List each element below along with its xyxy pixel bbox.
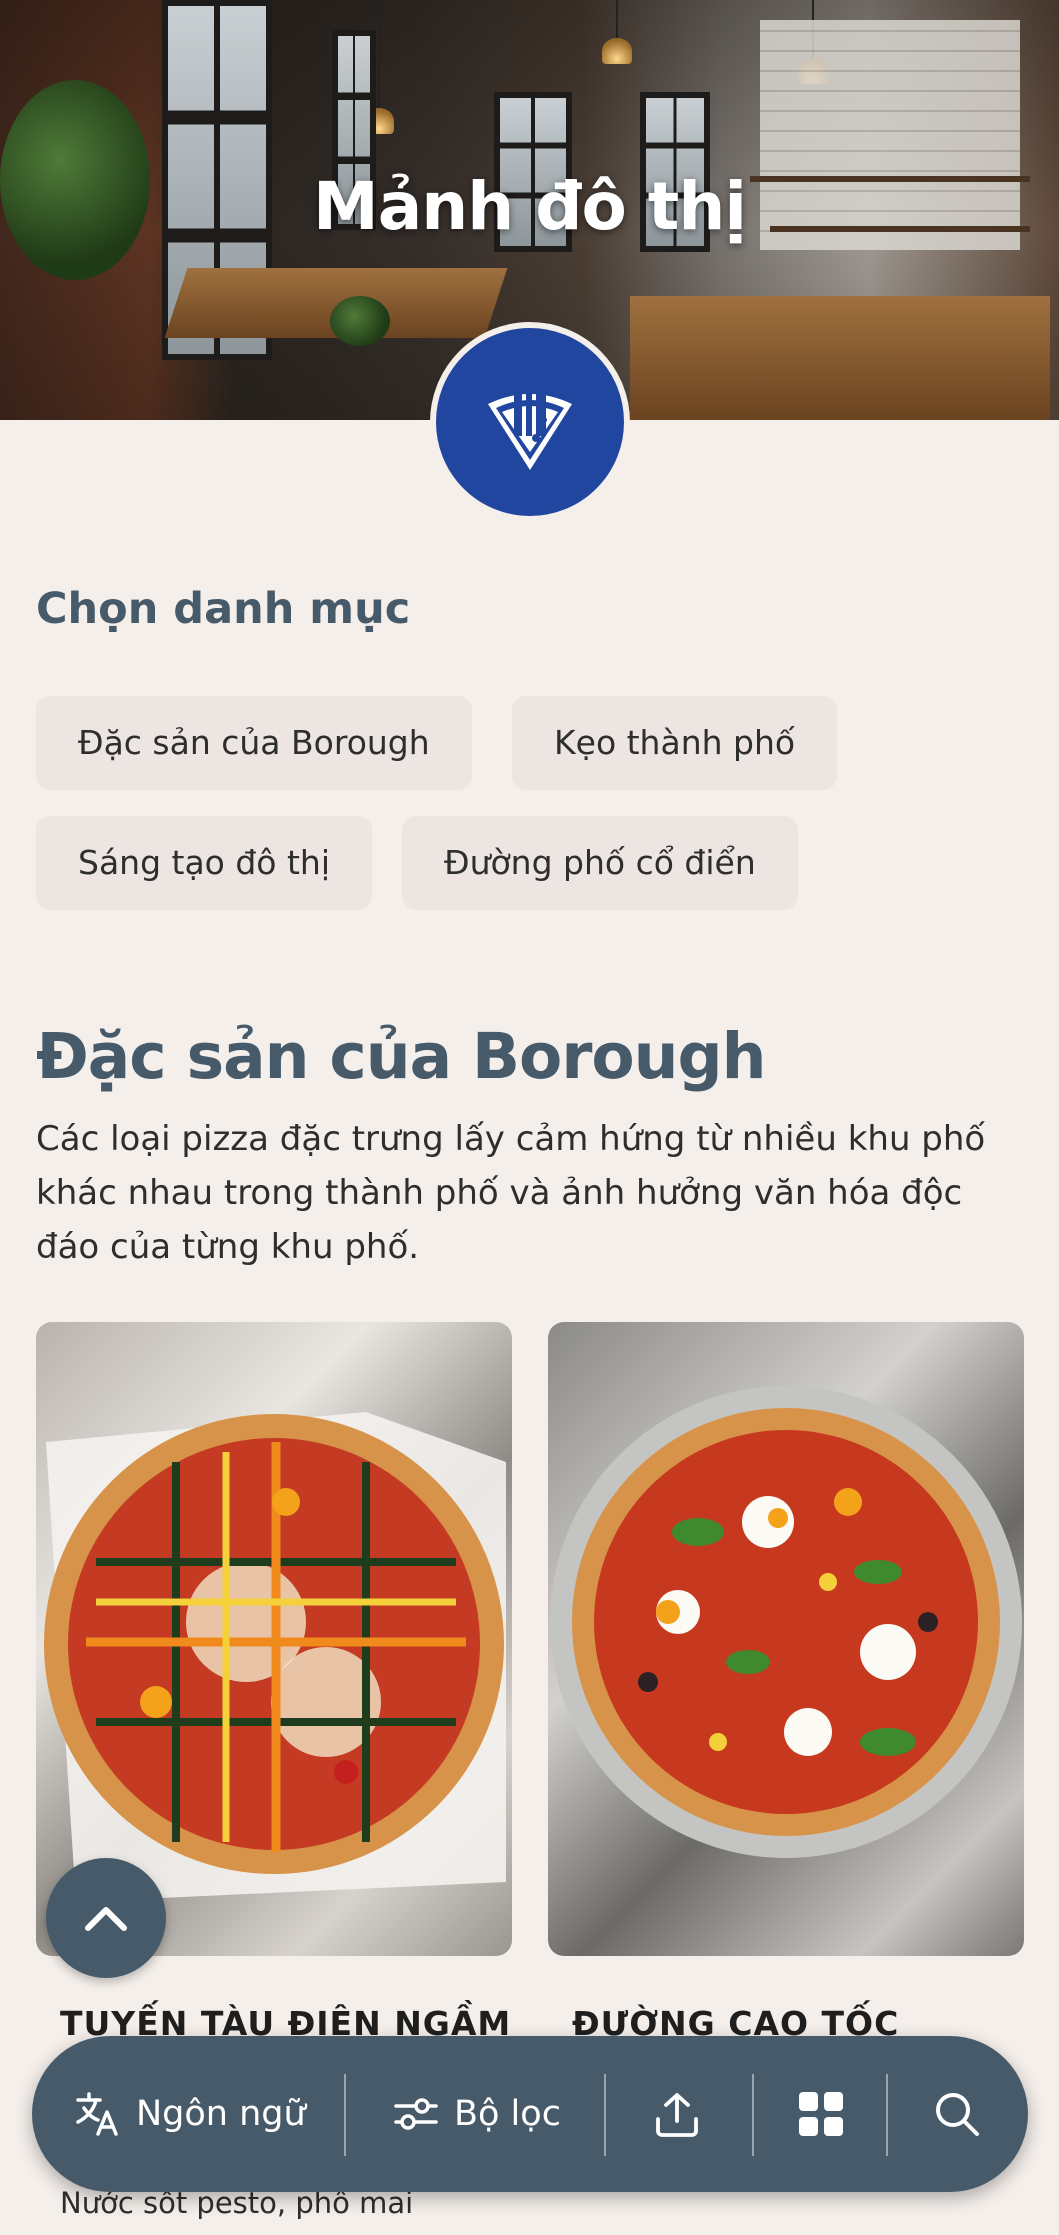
chevron-up-icon [85, 1907, 127, 1931]
language-button[interactable]: Ngôn ngữ [74, 2036, 306, 2192]
category-heading: Chọn danh mục [36, 584, 411, 634]
chip-classic-street[interactable]: Đường phố cổ điển [402, 816, 798, 910]
language-label: Ngôn ngữ [136, 2094, 306, 2134]
chip-borough-specialties[interactable]: Đặc sản của Borough [36, 696, 472, 790]
product-card[interactable]: ĐƯỜNG CAO TỐC [548, 1322, 1024, 2043]
share-icon [656, 2093, 698, 2137]
grid-view-button[interactable] [796, 2036, 846, 2192]
share-button[interactable] [652, 2036, 702, 2192]
pizza-image[interactable] [548, 1322, 1024, 1956]
grid-icon [799, 2092, 843, 2136]
filter-label: Bộ lọc [454, 2094, 561, 2134]
section-title: Đặc sản của Borough [36, 1020, 766, 1093]
search-icon [936, 2093, 979, 2136]
sliders-icon [394, 2098, 438, 2130]
section-description: Các loại pizza đặc trưng lấy cảm hứng từ… [36, 1119, 986, 1267]
chip-city-candy[interactable]: Kẹo thành phố [512, 696, 838, 790]
page-title: Mảnh đô thị [313, 168, 747, 245]
bottom-toolbar: Ngôn ngữ Bộ lọc [32, 2036, 1028, 2192]
search-button[interactable] [932, 2036, 982, 2192]
chip-urban-creations[interactable]: Sáng tạo đô thị [36, 816, 373, 910]
pizza-slice-logo [430, 322, 630, 522]
filter-button[interactable]: Bộ lọc [392, 2036, 561, 2192]
scroll-top-button[interactable] [46, 1858, 166, 1978]
translate-icon [76, 2092, 118, 2136]
